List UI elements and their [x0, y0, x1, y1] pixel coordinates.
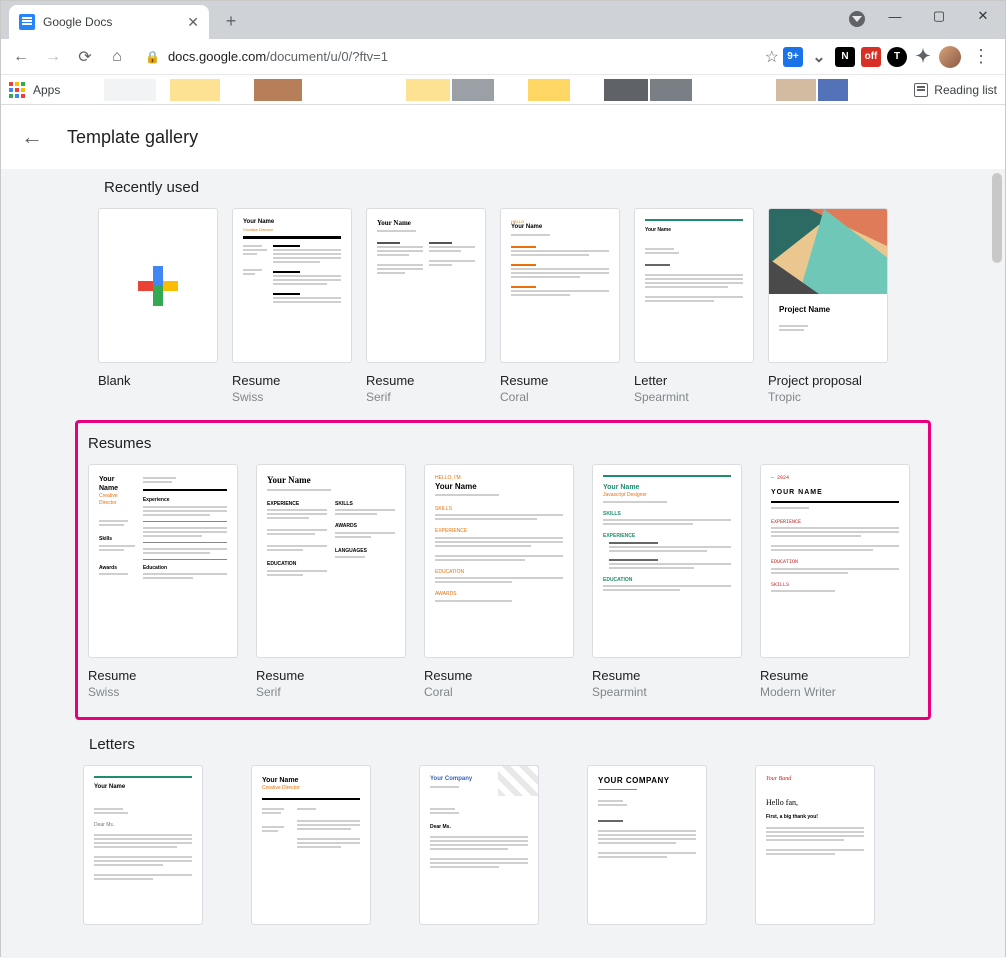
back-button[interactable]: ←	[7, 43, 35, 71]
template-card-letter-spearmint[interactable]: Your Name Letter Spearmint	[634, 208, 754, 404]
bookmark-item[interactable]	[818, 79, 848, 101]
bookmark-folders	[68, 79, 997, 101]
template-canvas: Recently used Blank Your Name Creative D…	[1, 169, 1005, 958]
extension-icon[interactable]: off	[861, 47, 881, 67]
url-host: docs.google.com	[168, 49, 266, 64]
template-card-blank[interactable]: Blank	[98, 208, 218, 404]
reload-button[interactable]: ⟳	[71, 43, 99, 71]
bookmark-item[interactable]	[406, 79, 450, 101]
app-header: ← Template gallery	[1, 105, 1005, 169]
template-card-letter-spearmint[interactable]: Your Name Dear Ms.	[83, 765, 233, 925]
template-card-project-proposal[interactable]: Project Name Project proposal Tropic	[768, 208, 888, 404]
bookmark-item[interactable]	[528, 79, 570, 101]
extension-icon[interactable]: 9+	[783, 47, 803, 67]
template-card-resume-modern-writer[interactable]: — 2024 YOUR NAME EXPERIENCE EDUCATION SK…	[760, 464, 910, 699]
template-card-resume-swiss[interactable]: Your Name Creative Director	[232, 208, 352, 404]
extension-icon[interactable]: T	[887, 47, 907, 67]
window-titlebar: Google Docs ✕ + — ▢ ✕	[1, 1, 1005, 39]
template-card-letter-swiss[interactable]: Your Name Creative Director	[251, 765, 401, 925]
docs-favicon-icon	[19, 14, 35, 30]
close-window-button[interactable]: ✕	[961, 1, 1005, 31]
browser-toolbar: ← → ⟳ ⌂ 🔒 docs.google.com/document/u/0/?…	[1, 39, 1005, 75]
forward-button[interactable]: →	[39, 43, 67, 71]
back-arrow-icon[interactable]: ←	[21, 124, 43, 150]
section-letters: Letters Your Name Dear Ms.	[83, 736, 923, 925]
bookmarks-bar: Apps Reading list	[1, 75, 1005, 105]
template-card-letter-fan[interactable]: Your Band Hello fan, First, a big thank …	[755, 765, 905, 925]
section-title: Resumes	[88, 435, 912, 452]
bookmark-item[interactable]	[650, 79, 692, 101]
bookmark-item[interactable]	[254, 79, 302, 101]
template-card-resume-coral[interactable]: HELLO Your Name Resume Coral	[500, 208, 620, 404]
reading-list-button[interactable]: Reading list	[906, 83, 997, 97]
section-resumes-highlighted: Resumes Your Name Creative Director Skil…	[75, 420, 931, 720]
pocket-icon[interactable]: ⌄	[809, 47, 829, 67]
bookmark-item[interactable]	[776, 79, 816, 101]
new-tab-button[interactable]: +	[217, 7, 245, 35]
template-card-letter-bigcompany[interactable]: YOUR COMPANY	[587, 765, 737, 925]
bookmark-item[interactable]	[452, 79, 494, 101]
tab-search-icon[interactable]	[849, 11, 865, 27]
browser-tab[interactable]: Google Docs ✕	[9, 5, 209, 39]
template-card-resume-coral[interactable]: HELLO, I'M Your Name SKILLS EXPERIENCE E…	[424, 464, 574, 699]
scrollbar[interactable]	[992, 173, 1002, 263]
template-card-resume-swiss[interactable]: Your Name Creative Director Skills Award…	[88, 464, 238, 699]
section-recently-used: Recently used Blank Your Name Creative D…	[98, 179, 908, 404]
section-title: Recently used	[104, 179, 902, 196]
bookmark-item[interactable]	[170, 79, 220, 101]
template-card-resume-spearmint[interactable]: Your Name Javascript Designer SKILLS EXP…	[592, 464, 742, 699]
lock-icon: 🔒	[145, 50, 160, 64]
page-title: Template gallery	[67, 127, 198, 148]
minimize-button[interactable]: —	[873, 1, 917, 31]
window-controls: — ▢ ✕	[873, 1, 1005, 31]
home-button[interactable]: ⌂	[103, 43, 131, 71]
template-thumb	[98, 208, 218, 363]
section-title: Letters	[89, 736, 917, 753]
extension-icons: 9+ ⌄ N off T ✦ ⋮	[783, 43, 999, 71]
browser-menu-icon[interactable]: ⋮	[967, 43, 995, 71]
extension-icon[interactable]: N	[835, 47, 855, 67]
profile-avatar[interactable]	[939, 46, 961, 68]
reading-list-label: Reading list	[934, 83, 997, 97]
address-bar[interactable]: 🔒 docs.google.com/document/u/0/?ftv=1	[135, 43, 761, 71]
url-path: /document/u/0/?ftv=1	[266, 49, 388, 64]
template-card-resume-serif[interactable]: Your Name	[366, 208, 486, 404]
bookmark-item[interactable]	[604, 79, 648, 101]
close-tab-icon[interactable]: ✕	[187, 14, 199, 31]
maximize-button[interactable]: ▢	[917, 1, 961, 31]
template-card-letter-company[interactable]: Your Company Dear Ms.	[419, 765, 569, 925]
apps-grid-icon[interactable]	[9, 82, 25, 98]
bookmark-item[interactable]	[104, 79, 156, 101]
tab-title: Google Docs	[43, 15, 179, 29]
reading-list-icon	[914, 83, 928, 97]
apps-label[interactable]: Apps	[33, 83, 60, 97]
extensions-puzzle-icon[interactable]: ✦	[913, 47, 933, 67]
template-card-resume-serif[interactable]: Your Name EXPERIENCE EDUCATION	[256, 464, 406, 699]
bookmark-star-icon[interactable]: ☆	[765, 47, 779, 67]
